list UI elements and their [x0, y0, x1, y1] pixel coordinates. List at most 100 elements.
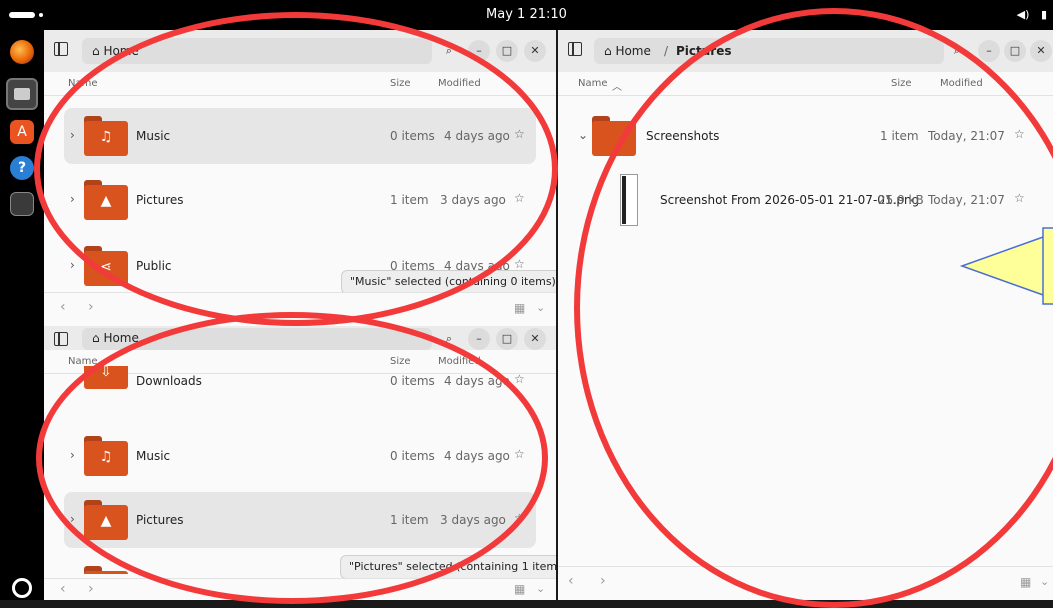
item-modified: 4 days ago [444, 129, 510, 143]
column-headers: Name ︿ Size Modified [558, 72, 1053, 96]
expand-arrow-icon[interactable]: › [70, 448, 75, 462]
star-icon[interactable]: ☆ [514, 447, 525, 461]
star-icon[interactable]: ☆ [514, 372, 525, 386]
list-item[interactable]: ⇩ Downloads 0 items 4 days ago ☆ [64, 366, 536, 398]
expand-arrow-icon[interactable]: › [70, 512, 75, 526]
forward-button[interactable]: › [88, 581, 94, 597]
expand-arrow-icon[interactable]: › [70, 128, 75, 142]
search-icon[interactable]: ⌕ [946, 40, 968, 62]
close-button[interactable]: ✕ [1030, 40, 1052, 62]
path-home-label: Home [615, 44, 651, 58]
folder-icon: ⇩ [84, 366, 128, 394]
path-current-button[interactable]: Pictures [676, 44, 732, 58]
header-bar: ⌂ Home ⌕ – □ ✕ [44, 326, 556, 350]
close-button[interactable]: ✕ [524, 328, 546, 350]
star-icon[interactable]: ☆ [514, 191, 525, 205]
list-item[interactable]: › ♫ Music 0 items 4 days ago ☆ [64, 428, 536, 484]
header-bar: ⌂ Home ⌕ – □ ✕ [44, 30, 556, 72]
grid-view-icon[interactable]: ▦ [1020, 575, 1031, 589]
sidebar-toggle-icon[interactable] [568, 42, 582, 56]
path-home-button[interactable]: ⌂ Home [604, 44, 651, 58]
item-modified: Today, 21:07 [928, 129, 1005, 143]
share-icon: ⋖ [100, 259, 112, 275]
forward-button[interactable]: › [88, 299, 94, 315]
maximize-button[interactable]: □ [496, 40, 518, 62]
clock[interactable]: May 1 21:10 [0, 7, 1053, 22]
back-button[interactable]: ‹ [60, 299, 66, 315]
chevron-down-icon[interactable]: ⌄ [1040, 575, 1049, 588]
list-item[interactable]: › ▲ Pictures 1 item 3 days ago ☆ [64, 172, 536, 228]
path-home-button[interactable]: ⌂ Home [92, 44, 139, 58]
back-button[interactable]: ‹ [568, 573, 574, 589]
item-size: 0 items [390, 374, 435, 388]
item-name: Downloads [136, 374, 202, 388]
system-tray[interactable]: ◀) ▮ [1017, 8, 1047, 21]
expand-arrow-icon[interactable]: › [70, 258, 75, 272]
battery-icon: ▮ [1040, 8, 1047, 21]
item-name: Music [136, 449, 171, 463]
expand-arrow-icon[interactable]: ⌄ [578, 128, 588, 142]
folder-icon: ⋖ [84, 246, 128, 286]
list-item[interactable]: Screenshot From 2026-05-01 21-07-01.png … [568, 172, 1053, 228]
search-icon[interactable]: ⌕ [438, 328, 460, 350]
column-headers: Name Size Modified [44, 72, 556, 96]
grid-view-icon[interactable]: ▦ [514, 582, 525, 596]
item-name: Public [136, 259, 172, 273]
folder-icon: ▲ [84, 500, 128, 540]
forward-button[interactable]: › [600, 573, 606, 589]
path-home-label: Home [103, 331, 139, 345]
item-size: 25.9 kB [878, 193, 924, 207]
window-footer: ‹ › ▦ ⌄ [44, 578, 556, 600]
col-size[interactable]: Size [390, 78, 411, 89]
music-note-icon: ♫ [99, 129, 113, 145]
chevron-down-icon[interactable]: ⌄ [536, 301, 545, 314]
folder-icon: ♫ [84, 116, 128, 156]
music-note-icon: ♫ [99, 449, 113, 465]
files-icon[interactable] [6, 78, 38, 110]
expand-arrow-icon[interactable]: › [70, 192, 75, 206]
col-name[interactable]: Name [68, 78, 98, 89]
minimize-button[interactable]: – [468, 40, 490, 62]
maximize-button[interactable]: □ [496, 328, 518, 350]
list-item[interactable]: › ♫ Music 0 items 4 days ago ☆ [64, 108, 536, 164]
chevron-down-icon[interactable]: ⌄ [536, 582, 545, 595]
app-center-icon[interactable]: A [10, 120, 34, 144]
trash-icon[interactable] [10, 192, 34, 216]
col-size[interactable]: Size [891, 78, 912, 89]
list-item[interactable]: › ▲ Pictures 1 item 3 days ago ☆ [64, 492, 536, 548]
item-name: Music [136, 129, 171, 143]
close-button[interactable]: ✕ [524, 40, 546, 62]
star-icon[interactable]: ☆ [514, 127, 525, 141]
star-icon[interactable]: ☆ [514, 511, 525, 525]
item-name: Pictures [136, 513, 184, 527]
col-name[interactable]: Name [578, 78, 608, 89]
path-bar[interactable]: ⌂ Home [82, 328, 432, 350]
item-size: 0 items [390, 449, 435, 463]
sidebar-toggle-icon[interactable] [54, 332, 68, 346]
list-item[interactable]: ⌄ Screenshots 1 item Today, 21:07 ☆ [568, 108, 1053, 164]
star-icon[interactable]: ☆ [514, 257, 525, 271]
download-icon: ⇩ [100, 366, 112, 380]
maximize-button[interactable]: □ [1004, 40, 1026, 62]
star-icon[interactable]: ☆ [1014, 191, 1025, 205]
volume-icon: ◀) [1016, 8, 1030, 21]
help-icon[interactable]: ? [10, 156, 34, 180]
col-modified[interactable]: Modified [438, 78, 481, 89]
search-icon[interactable]: ⌕ [438, 40, 460, 62]
status-toast: "Music" selected (containing 0 items) [341, 270, 556, 294]
item-size: 0 items [390, 129, 435, 143]
show-apps-icon[interactable] [12, 578, 32, 598]
item-size: 1 item [390, 193, 429, 207]
star-icon[interactable]: ☆ [1014, 127, 1025, 141]
grid-view-icon[interactable]: ▦ [514, 301, 525, 315]
firefox-icon[interactable] [10, 40, 34, 64]
minimize-button[interactable]: – [978, 40, 1000, 62]
back-button[interactable]: ‹ [60, 581, 66, 597]
col-modified[interactable]: Modified [940, 78, 983, 89]
path-bar[interactable]: ⌂ Home [82, 38, 432, 64]
sidebar-toggle-icon[interactable] [54, 42, 68, 56]
path-home-button[interactable]: ⌂ Home [92, 331, 139, 345]
files-window-top-left: ⌂ Home ⌕ – □ ✕ Name Size Modified › ♫ Mu… [44, 30, 556, 326]
path-bar[interactable]: ⌂ Home / Pictures [594, 38, 944, 64]
minimize-button[interactable]: – [468, 328, 490, 350]
